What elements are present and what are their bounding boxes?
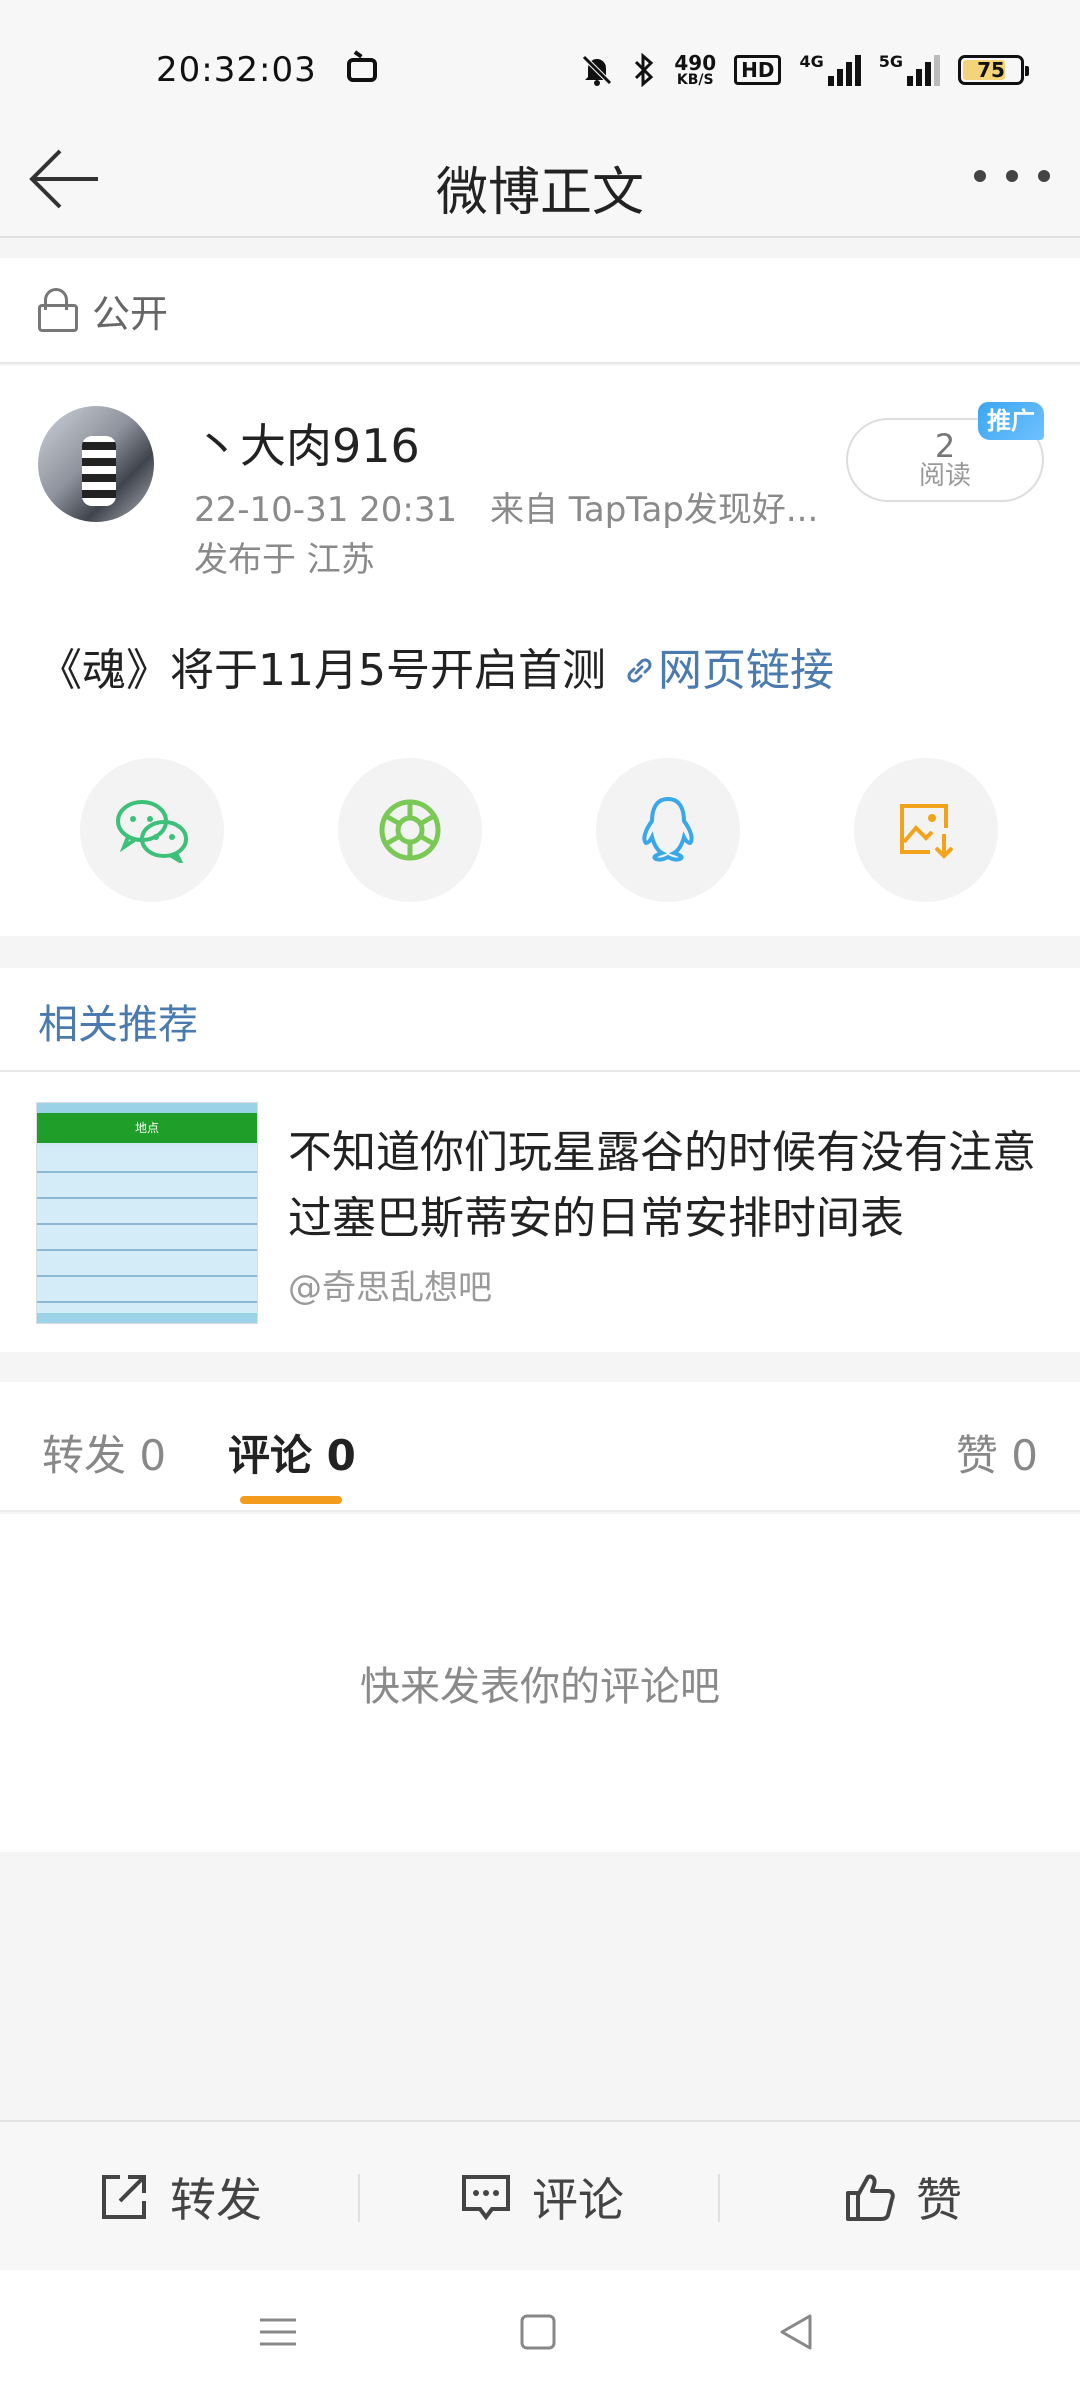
promo-badge[interactable]: 推广 [978, 402, 1044, 440]
read-label: 阅读 [918, 461, 971, 491]
repost-label: 转发 [170, 2173, 262, 2227]
related-title: 相关推荐 [38, 1002, 198, 1048]
link-icon[interactable] [622, 653, 656, 687]
divider [0, 1070, 1080, 1072]
visibility-label: 公开 [92, 291, 169, 336]
tab-comment[interactable]: 评论 0 [228, 1422, 356, 1483]
status-icons: 490 KB/S HD 4G 5G 75 [580, 51, 1029, 88]
like-button[interactable]: 赞 [844, 2164, 962, 2230]
back-triangle-icon[interactable] [776, 2312, 816, 2352]
active-tab-indicator [240, 1496, 342, 1504]
signal-bars-icon [827, 54, 861, 86]
repost-button[interactable]: 转发 [98, 2164, 262, 2230]
related-item-source[interactable]: @奇思乱想吧 [288, 1260, 492, 1309]
mute-bell-icon [582, 55, 613, 86]
weibo-post-screen: 20:32:03 490 KB/S HD 4G 5G 75 微博正文 公开 丶大… [0, 0, 1080, 2400]
share-wechat-button[interactable] [80, 758, 224, 902]
system-nav-bar [0, 2270, 1080, 2400]
home-icon[interactable] [518, 2312, 558, 2352]
share-moments-button[interactable] [338, 758, 482, 902]
visibility-bar: 公开 [0, 258, 1080, 364]
tab-like[interactable]: 赞 0 [956, 1422, 1038, 1483]
bluetooth-icon [635, 53, 654, 87]
share-row [0, 758, 1080, 908]
post-meta: 22-10-31 20:31 来自 TapTap发现好... [194, 482, 818, 531]
network-speed: 490 KB/S [674, 51, 717, 88]
unlock-icon [38, 288, 78, 332]
comments-empty-state: 快来发表你的评论吧 [0, 1514, 1080, 1852]
bottom-action-bar: 转发 评论 赞 [0, 2120, 1080, 2270]
moments-icon [379, 799, 441, 861]
comment-button[interactable]: 评论 [460, 2164, 624, 2230]
wechat-icon [116, 800, 188, 863]
comment-label: 评论 [532, 2173, 624, 2227]
signal-4g: 4G [799, 54, 861, 86]
signal-bars-icon [907, 54, 940, 86]
post-location: 发布于 江苏 [194, 540, 375, 580]
save-image-icon [900, 804, 954, 859]
post-card: 丶大肉916 22-10-31 20:31 来自 TapTap发现好... 发布… [0, 366, 1080, 936]
repost-icon [102, 2175, 146, 2219]
qq-icon [642, 796, 694, 862]
thumbs-up-icon [846, 2174, 895, 2221]
status-time: 20:32:03 [156, 50, 317, 90]
related-section: 相关推荐 地点 不知道你们玩星露谷的时候有没有注意过塞巴斯蒂安的日常安排时间表 … [0, 968, 1080, 1352]
tab-repost[interactable]: 转发 0 [42, 1422, 166, 1483]
web-link[interactable]: 网页链接 [658, 645, 834, 696]
status-bar: 20:32:03 490 KB/S HD 4G 5G 75 [0, 0, 1080, 140]
share-qq-button[interactable] [596, 758, 740, 902]
menu-icon[interactable] [258, 2312, 298, 2352]
post-tabs: 转发 0 评论 0 赞 0 [0, 1382, 1080, 1512]
battery-icon: 75 [958, 55, 1029, 85]
empty-comments-text: 快来发表你的评论吧 [360, 1664, 720, 1710]
more-options-icon[interactable] [974, 170, 1050, 182]
post-text: 《魂》将于11月5号开启首测 [38, 645, 606, 696]
page-title: 微博正文 [435, 163, 644, 223]
post-content: 《魂》将于11月5号开启首测 网页链接 [38, 634, 834, 698]
thumb-header: 地点 [37, 1113, 257, 1143]
post-timestamp: 22-10-31 20:31 [194, 490, 458, 530]
username[interactable]: 丶大肉916 [194, 410, 420, 476]
comment-icon [462, 2175, 510, 2221]
divider [718, 2174, 720, 2222]
signal-5g: 5G [879, 54, 940, 86]
related-item-text[interactable]: 不知道你们玩星露谷的时候有没有注意过塞巴斯蒂安的日常安排时间表 [288, 1120, 1048, 1252]
hd-badge: HD [734, 55, 782, 85]
top-nav-bar: 微博正文 [0, 120, 1080, 238]
share-save-image-button[interactable] [854, 758, 998, 902]
related-thumbnail[interactable]: 地点 [36, 1102, 258, 1324]
bilibili-tv-icon [346, 58, 377, 82]
avatar[interactable] [38, 406, 154, 522]
like-label: 赞 [916, 2173, 962, 2227]
post-source[interactable]: 来自 TapTap发现好... [490, 490, 818, 530]
divider [358, 2174, 360, 2222]
